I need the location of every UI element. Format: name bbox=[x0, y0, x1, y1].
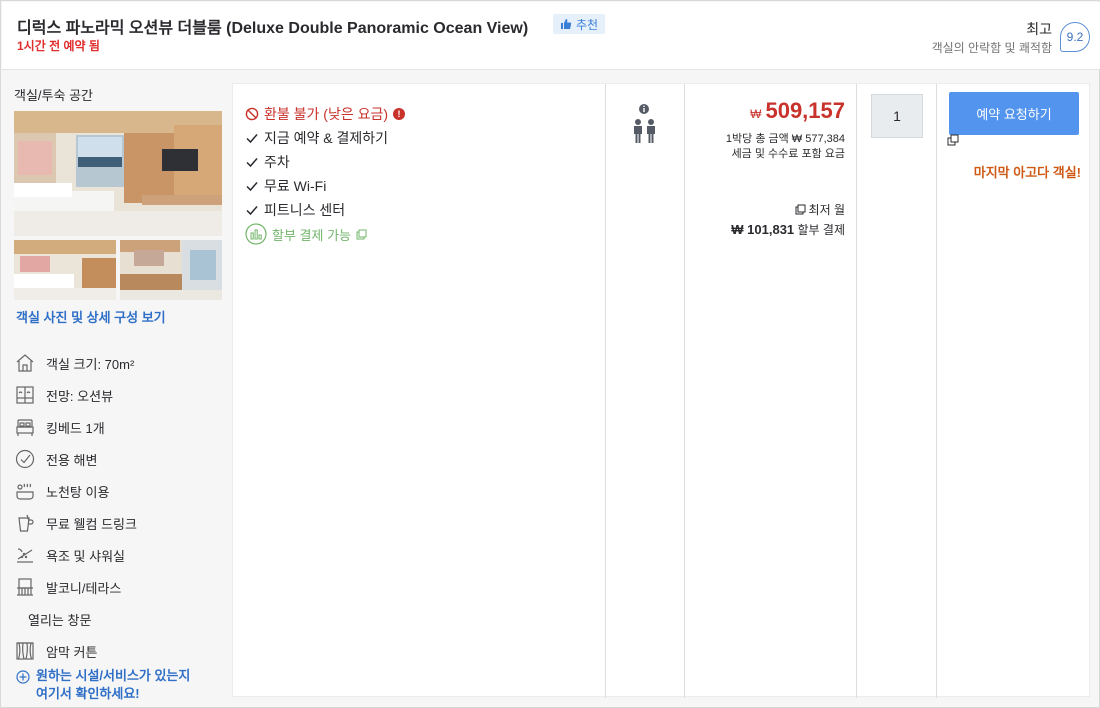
feature-label: 노천탕 이용 bbox=[46, 484, 110, 500]
recommend-badge: 추천 bbox=[553, 14, 606, 34]
facility-check-line2: 여기서 확인하세요! bbox=[36, 686, 140, 701]
feature-bed: 킹베드 1개 bbox=[14, 411, 228, 443]
monthly-suffix: 할부 결제 bbox=[797, 223, 846, 237]
condition-item: 주차 bbox=[245, 150, 605, 174]
thumbs-up-icon bbox=[561, 19, 572, 29]
feature-label: 열리는 창문 bbox=[28, 612, 92, 628]
balcony-icon bbox=[14, 576, 36, 598]
space-label: 객실/투숙 공간 bbox=[14, 88, 93, 103]
house-icon bbox=[14, 352, 36, 374]
refund-label: 환불 불가 (낮은 요금) bbox=[264, 106, 389, 122]
monthly-installment-amount: ₩ 101,831 할부 결제 bbox=[731, 221, 845, 238]
window-view-icon bbox=[14, 384, 36, 406]
feature-label: 발코니/테라스 bbox=[46, 580, 122, 596]
feature-openable-window: 열리는 창문 bbox=[14, 603, 228, 635]
shower-icon bbox=[14, 544, 36, 566]
condition-item: 피트니스 센터 bbox=[245, 198, 605, 222]
person-icon bbox=[634, 119, 642, 143]
rating-subtitle: 객실의 안락함 및 쾌적함 bbox=[931, 41, 1052, 55]
no-refund-icon bbox=[245, 107, 259, 121]
room-photo-detail-link[interactable]: 객실 사진 및 상세 구성 보기 bbox=[16, 307, 166, 326]
checkmark-icon bbox=[246, 206, 258, 216]
condition-item: 지금 예약 & 결제하기 bbox=[245, 126, 605, 150]
column-divider bbox=[856, 84, 857, 698]
external-link-icon bbox=[947, 134, 959, 146]
feature-view: 전망: 오션뷰 bbox=[14, 379, 228, 411]
feature-label: 객실 크기: 70m² bbox=[46, 356, 135, 372]
book-request-button[interactable]: 예약 요청하기 bbox=[949, 92, 1079, 135]
facility-check-link[interactable]: 원하는 시설/서비스가 있는지 여기서 확인하세요! bbox=[16, 667, 190, 703]
checkmark-icon bbox=[246, 182, 258, 192]
condition-label: 주차 bbox=[264, 154, 290, 170]
feature-label: 전망: 오션뷰 bbox=[46, 388, 114, 404]
price-tax-note: 세금 및 수수료 포함 요금 bbox=[731, 148, 845, 160]
external-link-icon bbox=[795, 204, 806, 215]
feature-label: 전용 해변 bbox=[46, 452, 98, 468]
room-offer-card: 디럭스 파노라믹 오션뷰 더블룸 (Deluxe Double Panorami… bbox=[0, 0, 1100, 708]
occupancy[interactable] bbox=[607, 94, 685, 154]
check-circle-icon bbox=[14, 448, 36, 470]
condition-label: 피트니스 센터 bbox=[264, 202, 346, 218]
info-icon[interactable]: ! bbox=[393, 108, 406, 120]
facility-check-text: 원하는 시설/서비스가 있는지 여기서 확인하세요! bbox=[36, 667, 190, 703]
feature-label: 욕조 및 샤워실 bbox=[46, 548, 125, 564]
room-photo-thumb-2[interactable] bbox=[120, 240, 222, 300]
curtain-icon bbox=[14, 640, 36, 662]
rate-conditions: 환불 불가 (낮은 요금) ! 지금 예약 & 결제하기 주차 무료 Wi-Fi… bbox=[245, 102, 605, 246]
currency-symbol: ₩ bbox=[750, 107, 762, 121]
feature-room-size: 객실 크기: 70m² bbox=[14, 347, 228, 379]
condition-item: 무료 Wi-Fi bbox=[245, 174, 605, 198]
room-photo-thumb-1[interactable] bbox=[14, 240, 116, 300]
price-total: 1박당 총 금액 ₩ 577,384 bbox=[725, 133, 845, 145]
booked-recently-text: 1시간 전 예약 됨 bbox=[17, 39, 100, 53]
info-icon bbox=[639, 104, 649, 114]
room-title[interactable]: 디럭스 파노라믹 오션뷰 더블룸 (Deluxe Double Panorami… bbox=[17, 14, 528, 38]
feature-bath-shower: 욕조 및 샤워실 bbox=[14, 539, 228, 571]
checkmark-icon bbox=[246, 134, 258, 144]
facility-check-line1: 원하는 시설/서비스가 있는지 bbox=[36, 668, 191, 683]
feature-label: 무료 웰컴 드링크 bbox=[46, 516, 137, 532]
rate-row: 환불 불가 (낮은 요금) ! 지금 예약 & 결제하기 주차 무료 Wi-Fi… bbox=[232, 83, 1090, 698]
room-photo-main[interactable] bbox=[14, 111, 222, 236]
bed-icon bbox=[14, 416, 36, 438]
hot-tub-icon bbox=[14, 480, 36, 502]
feature-blackout-curtains: 암막 커튼 bbox=[14, 635, 228, 667]
monthly-installment-label[interactable]: 최저 월 bbox=[795, 201, 845, 218]
monthly-amount: ₩ 101,831 bbox=[731, 222, 795, 237]
refund-policy[interactable]: 환불 불가 (낮은 요금) ! bbox=[245, 102, 605, 126]
feature-label: 킹베드 1개 bbox=[46, 420, 105, 436]
column-divider bbox=[605, 84, 606, 698]
condition-label: 지금 예약 & 결제하기 bbox=[264, 130, 389, 146]
rating-word: 최고 bbox=[1026, 21, 1052, 37]
feature-outdoor-bath: 노천탕 이용 bbox=[14, 475, 228, 507]
column-divider bbox=[684, 84, 685, 698]
rating-score-badge[interactable]: 9.2 bbox=[1060, 22, 1090, 52]
plus-circle-icon bbox=[16, 670, 30, 684]
checkmark-icon bbox=[246, 158, 258, 168]
room-header: 디럭스 파노라믹 오션뷰 더블룸 (Deluxe Double Panorami… bbox=[2, 2, 1100, 70]
person-icon bbox=[647, 119, 655, 143]
feature-label: 암막 커튼 bbox=[46, 644, 98, 660]
room-info-column: 객실/투숙 공간 객실 사진 및 상세 구성 보기 객실 크기: 70m² 전망… bbox=[2, 71, 230, 707]
feature-welcome-drink: 무료 웰컴 드링크 bbox=[14, 507, 228, 539]
room-feature-list: 객실 크기: 70m² 전망: 오션뷰 킹베드 1개 전용 해변 노천탕 이용 … bbox=[14, 347, 228, 667]
last-room-alert: 마지막 아고다 객실! bbox=[973, 165, 1081, 180]
room-quantity-select[interactable]: 1 bbox=[871, 94, 923, 138]
feature-private-beach: 전용 해변 bbox=[14, 443, 228, 475]
feature-balcony: 발코니/테라스 bbox=[14, 571, 228, 603]
external-link-icon bbox=[356, 229, 367, 239]
recommend-label: 추천 bbox=[576, 17, 599, 32]
price-amount: 509,157 bbox=[765, 98, 845, 123]
installment-option[interactable]: 할부 결제 가능 bbox=[245, 222, 605, 246]
condition-label: 무료 Wi-Fi bbox=[264, 178, 327, 194]
price-per-night: ₩ 509,157 bbox=[750, 98, 845, 124]
monthly-label-text: 최저 월 bbox=[808, 203, 845, 217]
installment-icon bbox=[245, 223, 267, 245]
installment-label: 할부 결제 가능 bbox=[272, 227, 351, 243]
column-divider bbox=[936, 84, 937, 698]
cup-icon bbox=[14, 512, 36, 534]
